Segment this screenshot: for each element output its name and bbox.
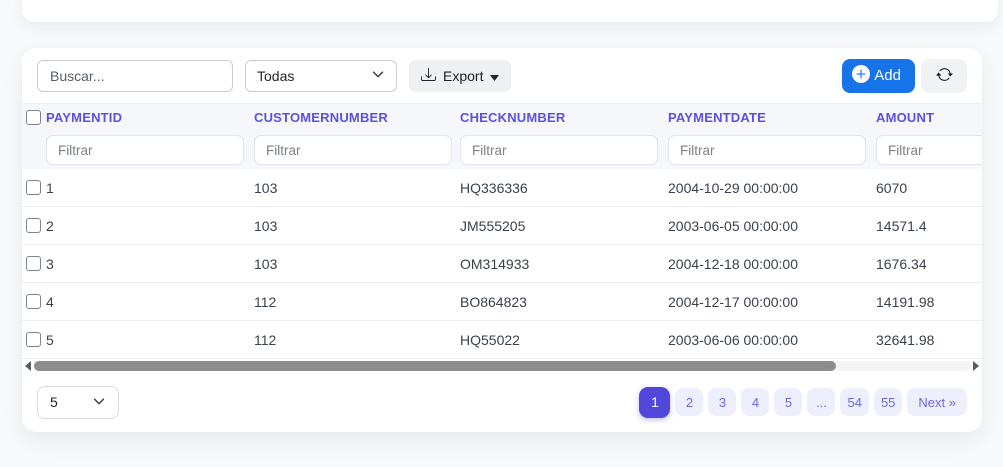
cell-paymentid: 1 [46,180,254,196]
top-navbar-strip [22,0,998,22]
column-header-paymentid[interactable]: PAYMENTID [46,110,254,125]
cell-checknumber: HQ336336 [460,180,668,196]
arrow-left-icon[interactable] [25,361,31,371]
add-label: Add [874,67,901,84]
refresh-button[interactable] [921,59,967,93]
page-button-4[interactable]: 4 [741,388,769,416]
filter-input-customernumber[interactable] [254,135,452,165]
table-row: 1 103 HQ336336 2004-10-29 00:00:00 6070 [22,169,982,207]
cell-customernumber: 112 [254,294,460,310]
cell-paymentdate: 2004-12-17 00:00:00 [668,294,876,310]
refresh-icon [936,66,953,86]
add-button[interactable]: Add [842,59,915,93]
cell-amount: 14191.98 [876,294,982,310]
scrollbar-thumb[interactable] [34,361,836,371]
filter-input-amount[interactable] [876,135,982,165]
category-select[interactable]: Todas [245,60,397,92]
filter-input-paymentdate[interactable] [668,135,866,165]
cell-amount: 6070 [876,180,982,196]
arrow-right-icon[interactable] [973,361,979,371]
table-row: 3 103 OM314933 2004-12-18 00:00:00 1676.… [22,245,982,283]
table-row: 4 112 BO864823 2004-12-17 00:00:00 14191… [22,283,982,321]
filter-input-paymentid[interactable] [46,135,244,165]
plus-circle-icon [852,65,870,87]
cell-amount: 32641.98 [876,332,982,348]
page-button-2[interactable]: 2 [675,388,703,416]
table-header-row: PAYMENTID CUSTOMERNUMBER CHECKNUMBER PAY… [22,103,982,131]
cell-paymentdate: 2003-06-05 00:00:00 [668,218,876,234]
chevron-down-icon [92,394,106,411]
cell-paymentid: 3 [46,256,254,272]
cell-checknumber: JM555205 [460,218,668,234]
page-size-value: 5 [50,394,58,410]
row-checkbox[interactable] [26,218,41,233]
page-button-1[interactable]: 1 [639,387,670,418]
cell-paymentid: 5 [46,332,254,348]
search-input[interactable] [37,60,233,92]
table-toolbar: Todas Export Add [22,48,982,103]
cell-customernumber: 103 [254,218,460,234]
row-checkbox[interactable] [26,294,41,309]
cell-customernumber: 103 [254,180,460,196]
cell-paymentdate: 2004-10-29 00:00:00 [668,180,876,196]
cell-customernumber: 112 [254,332,460,348]
row-checkbox[interactable] [26,180,41,195]
table-row: 2 103 JM555205 2003-06-05 00:00:00 14571… [22,207,982,245]
table-footer: 5 1 2 3 4 5 ... 54 55 Next » [22,372,982,432]
page-button-5[interactable]: 5 [774,388,802,416]
export-button[interactable]: Export [409,60,511,92]
row-checkbox[interactable] [26,256,41,271]
datatable-card: Todas Export Add [22,48,982,432]
table-scroll-area: PAYMENTID CUSTOMERNUMBER CHECKNUMBER PAY… [22,103,982,359]
page-ellipsis: ... [807,388,835,416]
horizontal-scrollbar [22,359,982,372]
download-icon [421,67,436,85]
filter-input-checknumber[interactable] [460,135,658,165]
cell-checknumber: OM314933 [460,256,668,272]
category-select-value: Todas [257,68,294,84]
cell-paymentdate: 2004-12-18 00:00:00 [668,256,876,272]
scrollbar-track[interactable] [33,361,971,371]
column-header-amount[interactable]: AMOUNT [876,110,982,125]
select-all-checkbox[interactable] [26,110,41,125]
column-header-customernumber[interactable]: CUSTOMERNUMBER [254,110,460,125]
column-header-paymentdate[interactable]: PAYMENTDATE [668,110,876,125]
table-filter-row [22,131,982,169]
cell-customernumber: 103 [254,256,460,272]
column-header-checknumber[interactable]: CHECKNUMBER [460,110,668,125]
cell-checknumber: BO864823 [460,294,668,310]
page-button-55[interactable]: 55 [874,388,902,416]
cell-checknumber: HQ55022 [460,332,668,348]
caret-down-icon [490,68,499,84]
pagination: 1 2 3 4 5 ... 54 55 Next » [639,387,967,418]
chevron-down-icon [371,67,385,84]
table-row: 5 112 HQ55022 2003-06-06 00:00:00 32641.… [22,321,982,359]
cell-paymentid: 4 [46,294,254,310]
page-button-54[interactable]: 54 [840,388,868,416]
page-next-button[interactable]: Next » [907,388,967,416]
page-size-select[interactable]: 5 [37,386,119,419]
export-label: Export [443,68,483,84]
cell-amount: 14571.4 [876,218,982,234]
row-checkbox[interactable] [26,332,41,347]
cell-paymentid: 2 [46,218,254,234]
page-button-3[interactable]: 3 [708,388,736,416]
cell-paymentdate: 2003-06-06 00:00:00 [668,332,876,348]
cell-amount: 1676.34 [876,256,982,272]
